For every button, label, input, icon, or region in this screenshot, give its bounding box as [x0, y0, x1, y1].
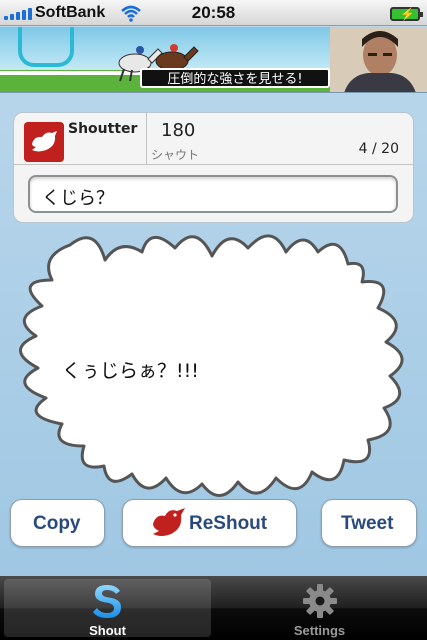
tweet-button-label: Tweet	[341, 513, 394, 534]
shout-info-card: Shoutter 180 シャウト 4 / 20 くじら？	[13, 112, 414, 223]
ad-caption: 圧倒的な強さを見せる!	[140, 68, 330, 88]
gear-icon	[303, 584, 337, 618]
page-indicator: 4 / 20	[358, 141, 399, 157]
reshout-button-label: ReShout	[189, 513, 268, 534]
status-bar: SoftBank 20:58 ⚡	[0, 0, 427, 26]
copy-button[interactable]: Copy	[10, 499, 105, 547]
shoutter-logo-icon	[24, 122, 64, 162]
tweet-button[interactable]: Tweet	[321, 499, 417, 547]
shout-display-text: くぅじらぁ？!!!	[62, 360, 199, 382]
tab-bar: Shout Settings	[0, 576, 427, 640]
ad-banner[interactable]: 圧倒的な強さを見せる!	[0, 27, 427, 93]
tab-settings[interactable]: Settings	[216, 579, 423, 638]
tab-shout-label: Shout	[89, 623, 126, 638]
divider	[146, 113, 147, 164]
tab-shout[interactable]: Shout	[4, 579, 211, 638]
copy-button-label: Copy	[33, 513, 81, 534]
clock: 20:58	[191, 3, 236, 22]
battery-charging-icon: ⚡	[390, 7, 423, 21]
app-name: Shoutter	[68, 121, 138, 137]
reshout-button[interactable]: ReShout	[122, 499, 297, 547]
ad-starting-gate	[18, 27, 74, 67]
tab-settings-label: Settings	[293, 623, 346, 638]
shout-count: 180	[161, 120, 196, 141]
red-bird-icon	[153, 508, 185, 536]
divider	[14, 164, 413, 165]
shout-s-icon	[93, 585, 121, 618]
ad-man-portrait	[330, 27, 427, 92]
shout-count-label: シャウト	[151, 148, 200, 162]
shout-text-input[interactable]: くじら？	[28, 175, 398, 213]
